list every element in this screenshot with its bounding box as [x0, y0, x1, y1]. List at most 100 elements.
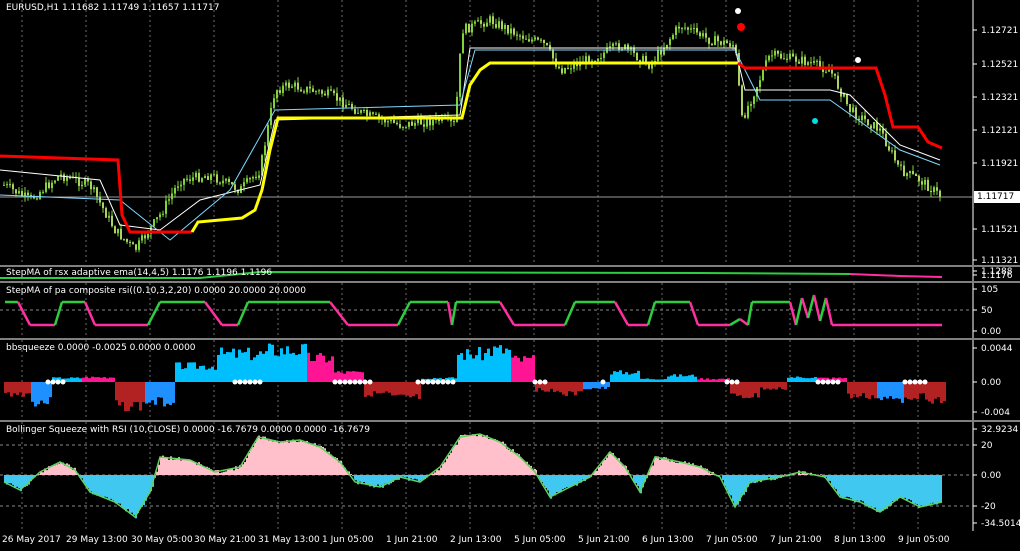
- squeeze-bar: [124, 382, 127, 412]
- bbrsi-histogram-bar: [496, 440, 498, 475]
- main-chart-title: EURUSD,H1 1.11682 1.11749 1.11657 1.1171…: [6, 3, 220, 13]
- candle-body: [42, 191, 44, 193]
- squeeze-dot: [347, 379, 353, 385]
- candle-body: [276, 90, 278, 99]
- squeeze-bar: [514, 355, 517, 382]
- squeeze-bar: [238, 349, 241, 382]
- candle-body: [486, 22, 488, 27]
- candle-body: [531, 39, 533, 42]
- squeeze-dot: [815, 379, 821, 385]
- candle-body: [66, 177, 68, 181]
- bbrsi-histogram-bar: [458, 439, 460, 475]
- bbrsi-histogram-bar: [498, 441, 500, 475]
- candle-body: [498, 21, 500, 28]
- bbsqueeze-pane[interactable]: bbsqueeze 0.0000 -0.0025 0.0000 0.0000 0…: [0, 340, 1020, 420]
- bbrsi-histogram-bar: [282, 442, 284, 475]
- squeeze-bar: [268, 343, 271, 382]
- bbrsi-histogram-bar: [338, 462, 340, 475]
- squeeze-bar: [937, 382, 940, 398]
- bbrsi-histogram-bar: [248, 453, 250, 475]
- candle-body: [99, 197, 101, 203]
- candle-body: [96, 187, 98, 198]
- bbrsi-histogram-bar: [600, 465, 602, 475]
- squeeze-bar: [856, 382, 859, 398]
- stepma-pa-pane[interactable]: StepMA of pa composite rsi((0.10,3,2,20)…: [0, 283, 1020, 338]
- candle-body: [147, 233, 149, 239]
- bbrsi-histogram-bar: [938, 475, 940, 503]
- bbrsi-histogram-bar: [268, 440, 270, 475]
- squeeze-bar: [199, 366, 202, 382]
- squeeze-dot: [415, 379, 421, 385]
- candle-body: [552, 49, 554, 59]
- candle-body: [828, 69, 830, 72]
- squeeze-bar: [910, 382, 913, 400]
- price-chart[interactable]: 1.12721 1.12521 1.12321 1.12121 1.11921 1.115…: [0, 0, 1020, 266]
- squeeze-bar: [931, 382, 934, 404]
- bbrsi-histogram-bar: [434, 472, 436, 475]
- candle-body: [816, 60, 818, 62]
- bbrsi-histogram-bar: [860, 475, 862, 501]
- candle-body: [537, 37, 539, 40]
- candle-body: [681, 27, 683, 29]
- stepma-pa-segment: [794, 297, 804, 326]
- bbrsi-histogram-bar: [462, 435, 464, 475]
- main-chart-pane[interactable]: EURUSD,H1 1.11682 1.11749 1.11657 1.1171…: [0, 0, 1020, 266]
- candle-body: [801, 56, 803, 64]
- candle-body: [483, 23, 485, 27]
- squeeze-bar: [634, 373, 637, 382]
- candle-body: [468, 23, 470, 33]
- squeeze-bar: [472, 358, 475, 382]
- candle-body: [489, 16, 491, 23]
- bbrsi-histogram-bar: [516, 453, 518, 475]
- squeeze-dot: [825, 379, 831, 385]
- squeeze-bar: [106, 378, 109, 382]
- bbrsi-histogram-bar: [446, 458, 448, 475]
- candle-body: [225, 178, 227, 181]
- squeeze-bar: [478, 347, 481, 382]
- candle-body: [540, 39, 542, 41]
- squeeze-dot: [342, 379, 348, 385]
- bbrsi-histogram-bar: [223, 471, 225, 475]
- rsx-pink-line: [849, 273, 943, 278]
- candle-body: [192, 177, 194, 181]
- bbrsi-histogram-bar: [842, 475, 844, 499]
- bbrsi-histogram-bar: [655, 456, 657, 475]
- squeeze-bar: [274, 355, 277, 382]
- squeeze-bar: [193, 362, 196, 382]
- bbrsi-histogram-bar: [18, 475, 20, 489]
- bbrsi-histogram-bar: [250, 448, 252, 475]
- bbrsi-histogram-bar: [225, 471, 227, 475]
- squeeze-bar: [205, 369, 208, 382]
- squeeze-bar: [679, 374, 682, 382]
- candle-body: [726, 40, 728, 44]
- bbrsi-histogram-bar: [416, 475, 418, 480]
- candle-body: [570, 68, 572, 70]
- bbrsi-histogram-bar: [610, 453, 612, 475]
- squeeze-bar: [322, 355, 325, 382]
- squeeze-bar: [256, 354, 259, 382]
- bbrsi-histogram-bar: [129, 475, 131, 514]
- bbrsi-histogram-bar: [574, 475, 576, 485]
- squeeze-bar: [673, 374, 676, 382]
- time-label: 7 Jun 21:00: [770, 535, 822, 545]
- candle-body: [936, 187, 938, 191]
- bbrsi-histogram-bar: [928, 475, 930, 506]
- candle-body: [792, 53, 794, 57]
- bbrsi-histogram-bar: [494, 439, 496, 475]
- bbrsi-histogram-bar: [112, 475, 114, 501]
- bbrsi-histogram-bar: [932, 475, 934, 503]
- squeeze-bar: [325, 362, 328, 382]
- squeeze-bar: [925, 382, 928, 400]
- squeeze-bar: [487, 348, 490, 382]
- stepma-rsx-pane[interactable]: StepMA of rsx adaptive ema(14,4,5) 1.117…: [0, 267, 1020, 281]
- squeeze-bar: [409, 382, 412, 398]
- candle-body: [768, 55, 770, 61]
- squeeze-bar: [307, 352, 310, 382]
- bbrsi-histogram-bar: [852, 475, 854, 501]
- bbrsi-histogram-bar: [602, 460, 604, 475]
- bbrsi-histogram-bar: [274, 440, 276, 475]
- squeeze-bar: [109, 377, 112, 382]
- bbrsi-pane[interactable]: Bollinger Squeeze with RSI (10,CLOSE) 0.…: [0, 422, 1020, 531]
- squeeze-bar: [517, 357, 520, 382]
- candle-body: [174, 187, 176, 194]
